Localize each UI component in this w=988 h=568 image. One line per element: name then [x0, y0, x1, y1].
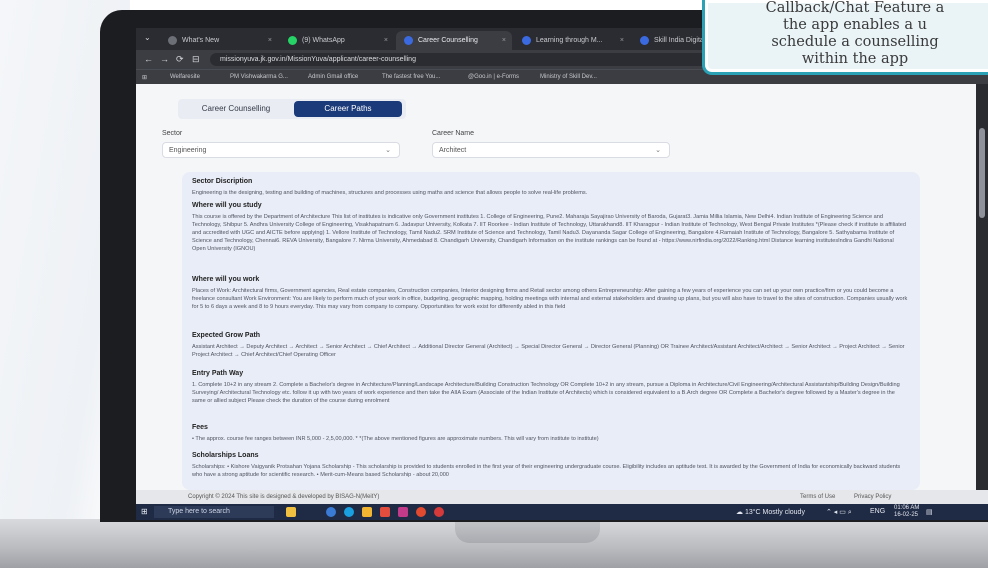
section-title: Expected Grow Path [192, 332, 261, 339]
scrollbar-thumb[interactable] [979, 128, 985, 218]
tab-label: (9) WhatsApp [302, 37, 345, 44]
section-text: Scholarships: • Kishore Vaigyanik Protsa… [192, 464, 901, 478]
taskbar-search-placeholder: Type here to search [168, 508, 230, 515]
clock-date[interactable]: 16-02-25 [894, 512, 918, 518]
info-icon [640, 36, 649, 45]
tab-menu-icon[interactable]: ⌄ [144, 33, 151, 42]
callout-line: the app enables a u [783, 17, 927, 33]
edge-icon[interactable] [326, 507, 336, 517]
whatsapp-icon [288, 36, 297, 45]
chevron-down-icon: ⌄ [385, 147, 391, 154]
section-title: Entry Path Way [192, 370, 244, 377]
apps-icon[interactable]: ⊞ [142, 74, 147, 81]
close-icon[interactable]: × [620, 37, 624, 44]
sector-label: Sector [162, 130, 183, 137]
terms-link[interactable]: Terms of Use [800, 494, 835, 500]
bookmark-item[interactable]: The fastest free You... [382, 74, 440, 80]
section-title: Scholarships Loans [192, 452, 259, 459]
tab-label: Career Counselling [418, 37, 478, 44]
close-icon[interactable]: × [268, 37, 272, 44]
chevron-down-icon: ⌄ [655, 147, 661, 154]
section-title: Fees [192, 424, 208, 431]
bookmark-item[interactable]: Admin Gmail office [308, 74, 358, 80]
windows-start-icon[interactable]: ⊞ [141, 507, 148, 516]
sector-select[interactable]: Engineering ⌄ [162, 142, 400, 158]
tab-career-counselling[interactable]: Career Counselling × [396, 31, 512, 50]
tab-label: What's New [182, 37, 220, 44]
career-name-label: Career Name [432, 130, 475, 137]
app-icon[interactable] [398, 507, 408, 517]
section-text: • The approx. course fee ranges between … [192, 436, 599, 442]
section-text: Engineering is the designing, testing an… [192, 190, 588, 196]
clock-time[interactable]: 01:06 AM [894, 505, 919, 511]
laptop-hinge-notch [455, 519, 600, 543]
weather-text: 13°C Mostly cloudy [744, 509, 805, 516]
widgets-icon[interactable] [286, 507, 296, 517]
callout-line: schedule a counselling [771, 34, 939, 50]
section-text: This course is offered by the Department… [192, 214, 907, 252]
career-name-select[interactable]: Architect ⌄ [432, 142, 670, 158]
taskbar-search[interactable]: Type here to search [154, 506, 274, 518]
language-indicator[interactable]: ENG [870, 508, 885, 515]
forward-icon[interactable]: → [160, 54, 169, 64]
bookmark-item[interactable]: Welfaresite [170, 74, 200, 80]
privacy-link[interactable]: Privacy Policy [854, 494, 891, 500]
chrome-icon[interactable] [416, 507, 426, 517]
tab-learning[interactable]: Learning through M... × [514, 31, 630, 50]
section-text: 1. Complete 10+2 in any stream 2. Comple… [192, 382, 900, 404]
system-tray-icons[interactable]: ⌃ ◂ ▭ ⌕ [826, 508, 852, 517]
page-content: Career Counselling Career Paths Sector E… [136, 84, 976, 490]
back-icon[interactable]: ← [144, 54, 153, 64]
laptop-screen: ⌄ What's New × (9) WhatsApp × Career Cou… [136, 28, 988, 520]
address-url: missionyuva.jk.gov.in/MissionYuva/applic… [220, 56, 416, 63]
callout-line: Callback/Chat Feature a [765, 0, 945, 16]
tab-label: Learning through M... [536, 37, 603, 44]
app-icon[interactable] [380, 507, 390, 517]
tab-whatsapp[interactable]: (9) WhatsApp × [280, 31, 394, 50]
close-icon[interactable]: × [502, 37, 506, 44]
career-tab-group: Career Counselling Career Paths [178, 99, 406, 119]
callout-text: Callback/Chat Feature a the app enables … [705, 0, 988, 68]
bookmark-item[interactable]: Ministry of Skill Dev... [540, 74, 597, 80]
close-icon[interactable]: × [384, 37, 388, 44]
browser-icon[interactable] [344, 507, 354, 517]
weather-icon: ☁ [736, 509, 745, 516]
sector-value: Engineering [169, 147, 207, 154]
site-icon [522, 36, 531, 45]
tab-career-paths-button[interactable]: Career Paths [294, 101, 402, 117]
section-title: Sector Discription [192, 178, 253, 185]
shield-icon[interactable] [434, 507, 444, 517]
tab-career-counselling-button[interactable]: Career Counselling [182, 101, 290, 117]
section-title: Where will you work [192, 276, 260, 283]
career-detail-card: Sector Discription Engineering is the de… [182, 172, 920, 490]
address-bar[interactable]: missionyuva.jk.gov.in/MissionYuva/applic… [210, 53, 780, 66]
tab-whats-new[interactable]: What's New × [160, 31, 278, 50]
windows-taskbar: ⊞ Type here to search ☁ 13°C Mostly clou… [136, 504, 988, 520]
feature-callout: Callback/Chat Feature a the app enables … [702, 0, 988, 75]
gear-icon [168, 36, 177, 45]
page-footer: Copyright © 2024 This site is designed &… [136, 490, 988, 504]
section-text: Places of Work: Architectural firms, Gov… [192, 288, 908, 310]
bookmark-item[interactable]: PM Vishwakarma G... [230, 74, 288, 80]
file-explorer-icon[interactable] [362, 507, 372, 517]
bookmark-item[interactable]: @Goo.in | e-Forms [468, 74, 519, 80]
reload-icon[interactable]: ⟳ [176, 54, 184, 65]
weather-widget[interactable]: ☁ 13°C Mostly cloudy [736, 508, 805, 516]
callout-line: within the app [801, 51, 909, 67]
section-title: Where will you study [192, 202, 262, 209]
copyright-text: Copyright © 2024 This site is designed &… [188, 494, 380, 500]
site-icon [404, 36, 413, 45]
site-info-icon[interactable]: ⊟ [192, 54, 200, 65]
section-text: Assistant Architect → Deputy Architect →… [192, 344, 905, 358]
notification-icon[interactable]: ▤ [926, 508, 933, 516]
career-name-value: Architect [439, 147, 467, 154]
